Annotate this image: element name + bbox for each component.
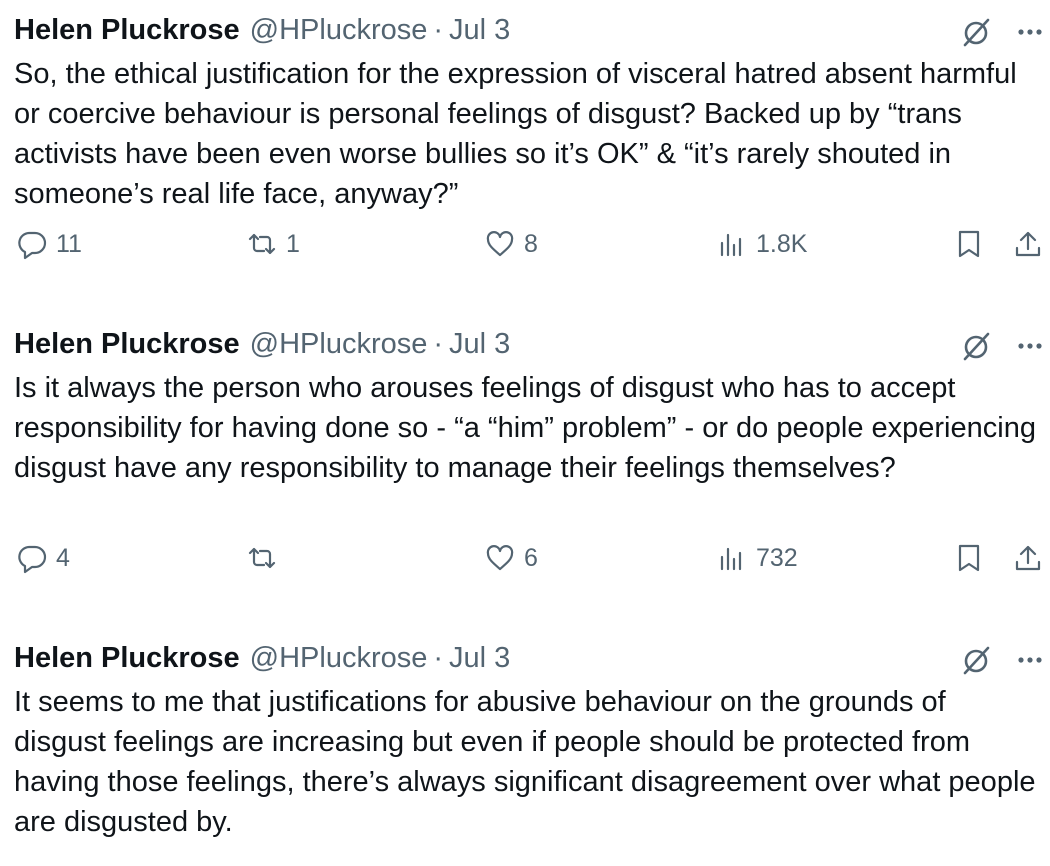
like-count: 6	[524, 543, 538, 572]
separator: ·	[433, 13, 444, 46]
like-count: 8	[524, 229, 538, 258]
reply-count: 4	[56, 543, 70, 572]
author-name[interactable]: Helen Pluckrose	[14, 642, 240, 675]
tweet-date[interactable]: Jul 3	[449, 328, 510, 361]
share-icon	[1015, 545, 1041, 571]
tweet-date[interactable]: Jul 3	[449, 642, 510, 675]
like-button[interactable]: 6	[484, 540, 538, 576]
views-button[interactable]: 1.8K	[716, 226, 807, 262]
bookmark-button[interactable]	[953, 540, 985, 576]
like-button[interactable]: 8	[484, 226, 538, 262]
tweet-actions: 4 6 732	[0, 540, 1050, 576]
tweet-date[interactable]: Jul 3	[449, 14, 510, 47]
tweet[interactable]: Helen Pluckrose @HPluckrose · Jul 3 It s…	[0, 628, 1050, 866]
share-button[interactable]	[1012, 226, 1044, 262]
views-count: 732	[756, 543, 798, 572]
grok-icon[interactable]	[958, 14, 994, 50]
reply-icon	[18, 231, 47, 260]
author-handle[interactable]: @HPluckrose	[250, 328, 428, 361]
separator: ·	[433, 327, 444, 360]
reply-icon	[18, 545, 47, 574]
repost-button[interactable]: 1	[246, 226, 300, 262]
tweet-text: So, the ethical justification for the ex…	[14, 58, 1017, 210]
tweet[interactable]: Helen Pluckrose @HPluckrose · Jul 3 Is i…	[0, 314, 1050, 628]
repost-button[interactable]	[246, 540, 286, 576]
separator: ·	[433, 641, 444, 674]
grok-icon[interactable]	[958, 328, 994, 364]
author-name[interactable]: Helen Pluckrose	[14, 14, 240, 47]
repost-icon	[248, 547, 276, 569]
views-button[interactable]: 732	[716, 540, 798, 576]
author-name[interactable]: Helen Pluckrose	[14, 328, 240, 361]
tweet-header: Helen Pluckrose @HPluckrose · Jul 3	[14, 640, 510, 676]
reply-count: 11	[56, 229, 82, 258]
share-button[interactable]	[1012, 540, 1044, 576]
bookmark-icon	[958, 230, 980, 258]
reply-button[interactable]: 4	[16, 540, 70, 576]
bookmark-button[interactable]	[953, 226, 985, 262]
tweet-text: It seems to me that justifications for a…	[14, 686, 1036, 838]
reply-button[interactable]: 11	[16, 226, 82, 262]
more-icon[interactable]	[1012, 328, 1048, 364]
grok-icon[interactable]	[958, 642, 994, 678]
tweet-actions: 11 1 8 1.8K	[0, 226, 1050, 262]
bookmark-icon	[958, 544, 980, 572]
views-icon	[720, 547, 742, 571]
tweet[interactable]: Helen Pluckrose @HPluckrose · Jul 3 So, …	[0, 0, 1050, 314]
author-handle[interactable]: @HPluckrose	[250, 642, 428, 675]
views-icon	[720, 233, 742, 257]
author-handle[interactable]: @HPluckrose	[250, 14, 428, 47]
views-count: 1.8K	[756, 229, 808, 258]
tweet-text: Is it always the person who arouses feel…	[14, 372, 1036, 484]
repost-icon	[248, 233, 276, 255]
like-icon	[486, 231, 514, 257]
more-icon[interactable]	[1012, 14, 1048, 50]
more-icon[interactable]	[1012, 642, 1048, 678]
share-icon	[1015, 231, 1041, 257]
like-icon	[486, 545, 514, 571]
tweet-header: Helen Pluckrose @HPluckrose · Jul 3	[14, 326, 510, 362]
tweet-header: Helen Pluckrose @HPluckrose · Jul 3	[14, 12, 510, 48]
repost-count: 1	[286, 229, 300, 258]
